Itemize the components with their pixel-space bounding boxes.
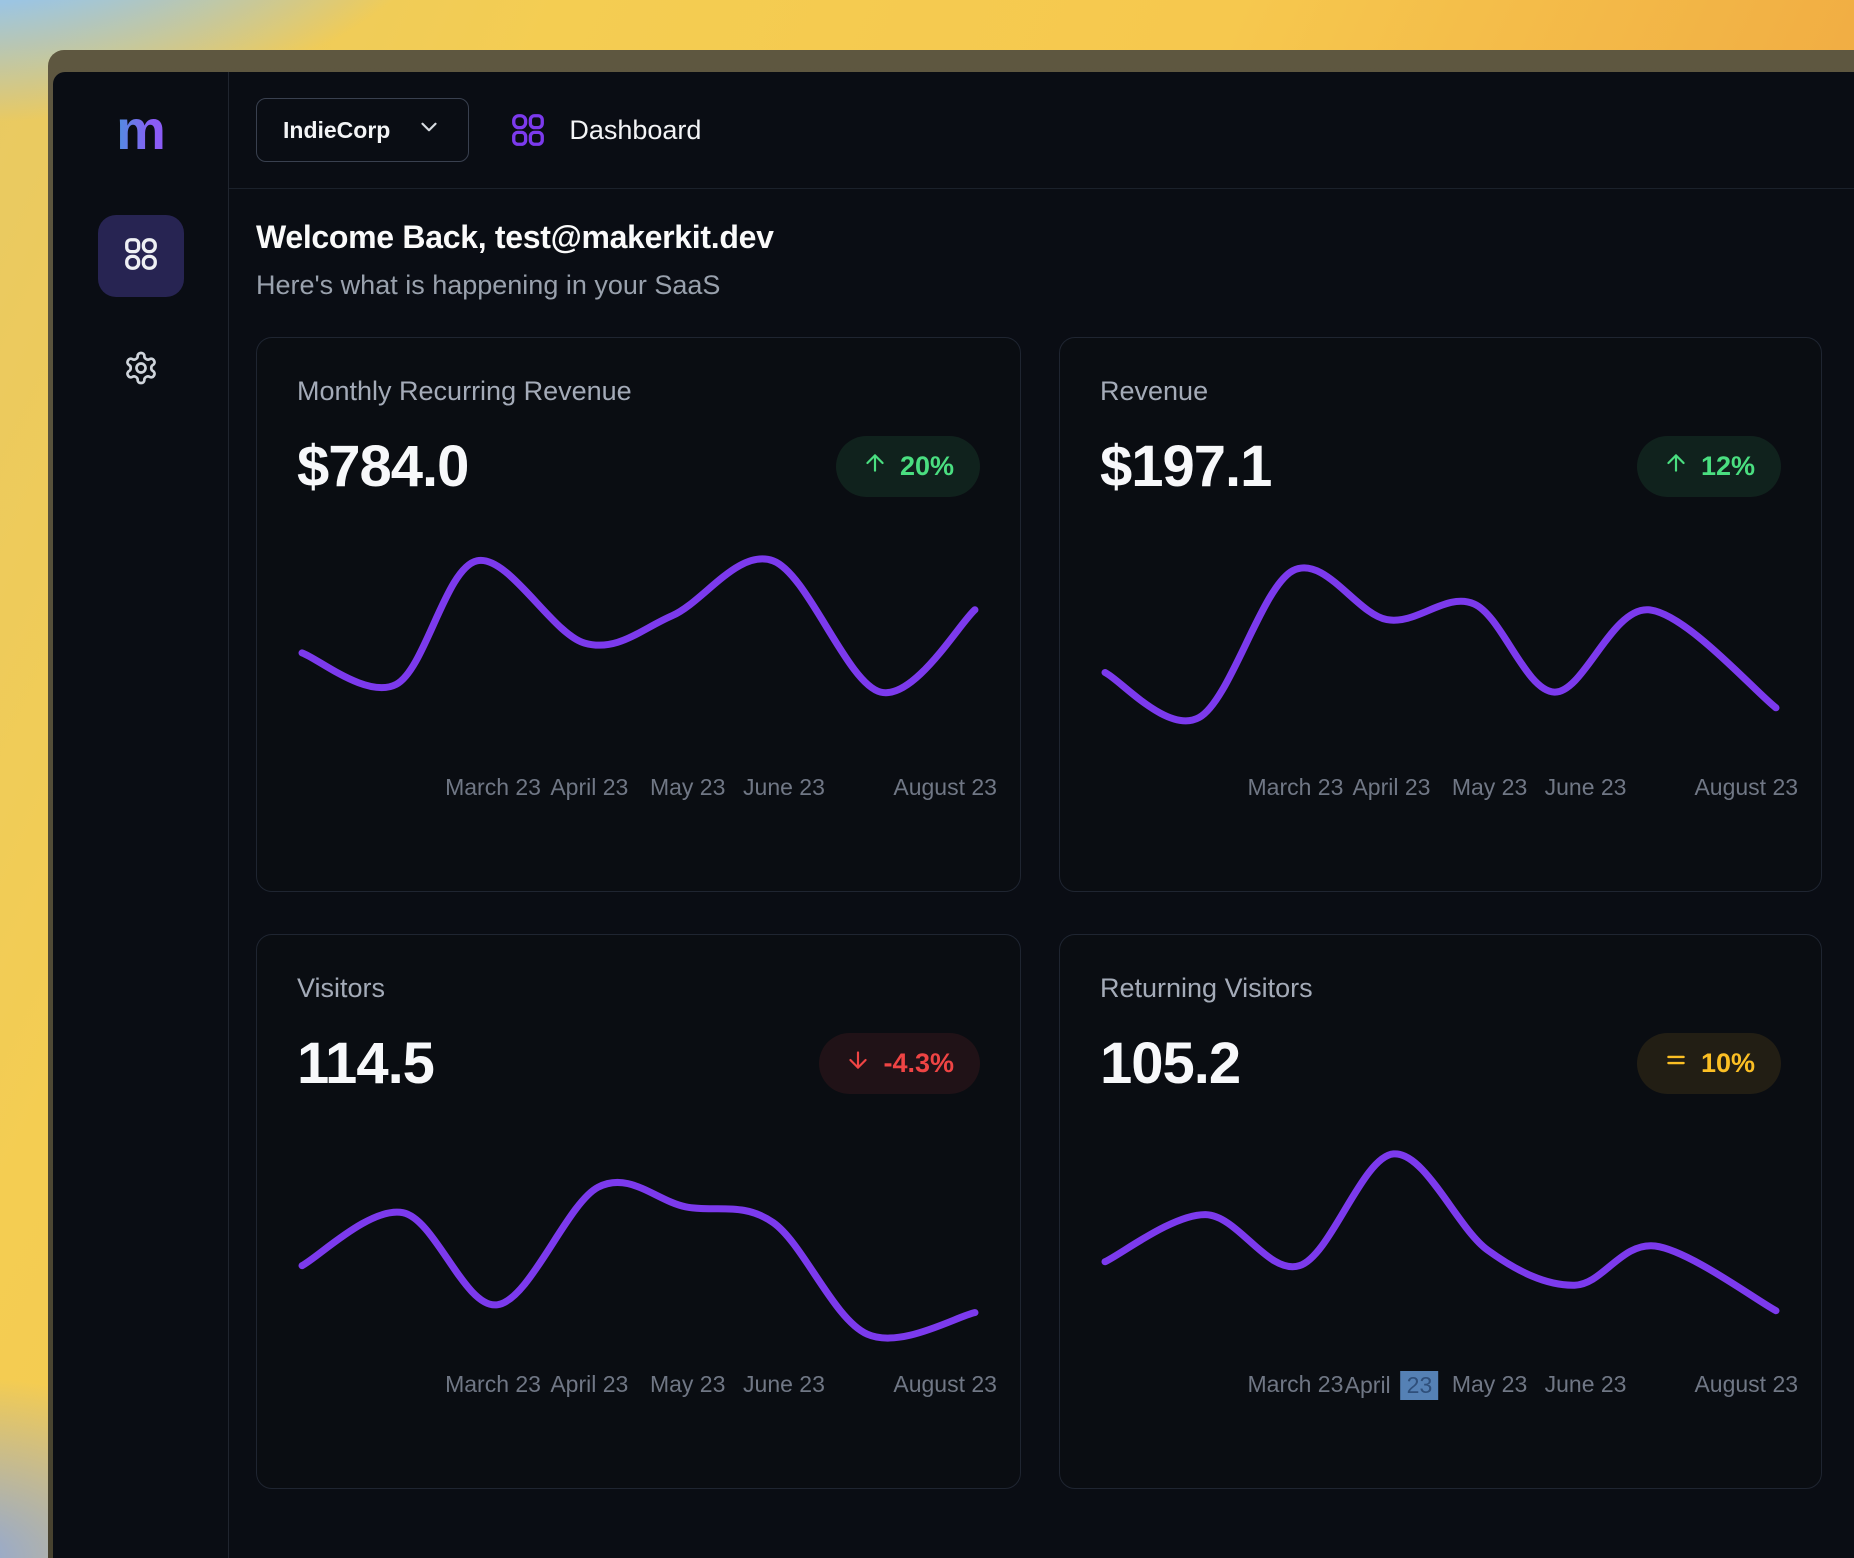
x-axis-labels: March 23 April 23 May 23 June 23 August … [1100, 774, 1781, 804]
x-axis-tick: June 23 [743, 1371, 825, 1398]
topbar: IndieCorp [229, 72, 1854, 189]
x-axis-tick-text: April [1345, 1372, 1391, 1398]
gear-icon [123, 350, 159, 391]
makerkit-logo[interactable]: m [116, 102, 165, 158]
app-window: m [48, 50, 1854, 1558]
breadcrumb: Dashboard [509, 111, 701, 149]
x-axis-tick: March 23 [1248, 1371, 1344, 1398]
chevron-down-icon [416, 114, 442, 146]
makerkit-app: m [53, 72, 1854, 1558]
x-axis-tick: March 23 [1248, 774, 1344, 801]
team-selector-button[interactable]: IndieCorp [256, 98, 469, 162]
x-axis-tick: June 23 [1545, 1371, 1627, 1398]
card-visitors: Visitors 114.5 -4.3% [256, 934, 1021, 1489]
x-axis-tick: May 23 [650, 1371, 725, 1398]
trend-badge: 10% [1637, 1033, 1781, 1094]
sidebar-item-settings[interactable] [98, 329, 184, 411]
desktop-wallpaper: m [0, 0, 1854, 1558]
card-returning-visitors: Returning Visitors 105.2 10% [1059, 934, 1822, 1489]
dashboard-grid-icon [509, 111, 547, 149]
team-selector-label: IndieCorp [283, 117, 390, 144]
card-value: $197.1 [1100, 433, 1271, 500]
x-axis-tick: April 23 [1352, 774, 1430, 801]
selected-text: 23 [1401, 1371, 1439, 1400]
card-title: Monthly Recurring Revenue [297, 376, 980, 407]
trend-badge: 12% [1637, 436, 1781, 497]
x-axis-labels: March 23 April23 May 23 June 23 August 2… [1100, 1371, 1781, 1401]
trend-badge-label: 20% [900, 451, 954, 482]
card-title: Visitors [297, 973, 980, 1004]
x-axis-labels: March 23 April 23 May 23 June 23 August … [297, 774, 980, 804]
trend-badge-label: 12% [1701, 451, 1755, 482]
x-axis-tick: August 23 [1694, 1371, 1798, 1398]
x-axis-tick: August 23 [893, 1371, 997, 1398]
x-axis-labels: March 23 April 23 May 23 June 23 August … [297, 1371, 980, 1401]
card-title: Returning Visitors [1100, 973, 1781, 1004]
card-value: $784.0 [297, 433, 468, 500]
trend-badge-label: 10% [1701, 1048, 1755, 1079]
x-axis-tick: August 23 [1694, 774, 1798, 801]
dashboard-grid-icon [122, 235, 160, 278]
x-axis-tick: March 23 [445, 1371, 541, 1398]
x-axis-tick: April 23 [550, 774, 628, 801]
card-value: 105.2 [1100, 1030, 1240, 1097]
visitors-line-chart [297, 1137, 980, 1355]
cards-grid: Monthly Recurring Revenue $784.0 20% [256, 337, 1822, 1489]
arrow-down-icon [845, 1047, 871, 1080]
card-value: 114.5 [297, 1030, 434, 1097]
x-axis-tick: May 23 [1452, 1371, 1527, 1398]
x-axis-tick: March 23 [445, 774, 541, 801]
x-axis-tick: August 23 [893, 774, 997, 801]
x-axis-tick: May 23 [1452, 774, 1527, 801]
card-title: Revenue [1100, 376, 1781, 407]
returning-visitors-line-chart [1100, 1137, 1781, 1355]
x-axis-tick: April 23 [1345, 1371, 1439, 1400]
trend-badge: -4.3% [819, 1033, 980, 1094]
arrow-up-icon [862, 450, 888, 483]
card-revenue: Revenue $197.1 12% [1059, 337, 1822, 892]
page-title: Dashboard [569, 115, 701, 146]
x-axis-tick: April 23 [550, 1371, 628, 1398]
sidebar-item-dashboard[interactable] [98, 215, 184, 297]
main-area: IndieCorp [229, 72, 1854, 1558]
trend-badge-label: -4.3% [883, 1048, 954, 1079]
equals-icon [1663, 1047, 1689, 1080]
arrow-up-icon [1663, 450, 1689, 483]
revenue-line-chart [1100, 540, 1781, 758]
card-monthly-recurring-revenue: Monthly Recurring Revenue $784.0 20% [256, 337, 1021, 892]
trend-badge: 20% [836, 436, 980, 497]
x-axis-tick: June 23 [1545, 774, 1627, 801]
welcome-subheading: Here's what is happening in your SaaS [256, 270, 1822, 301]
x-axis-tick: June 23 [743, 774, 825, 801]
sidebar: m [53, 72, 229, 1558]
welcome-heading: Welcome Back, test@makerkit.dev [256, 219, 1822, 256]
dashboard-content: Welcome Back, test@makerkit.dev Here's w… [229, 189, 1854, 1489]
x-axis-tick: May 23 [650, 774, 725, 801]
mrr-line-chart [297, 540, 980, 758]
